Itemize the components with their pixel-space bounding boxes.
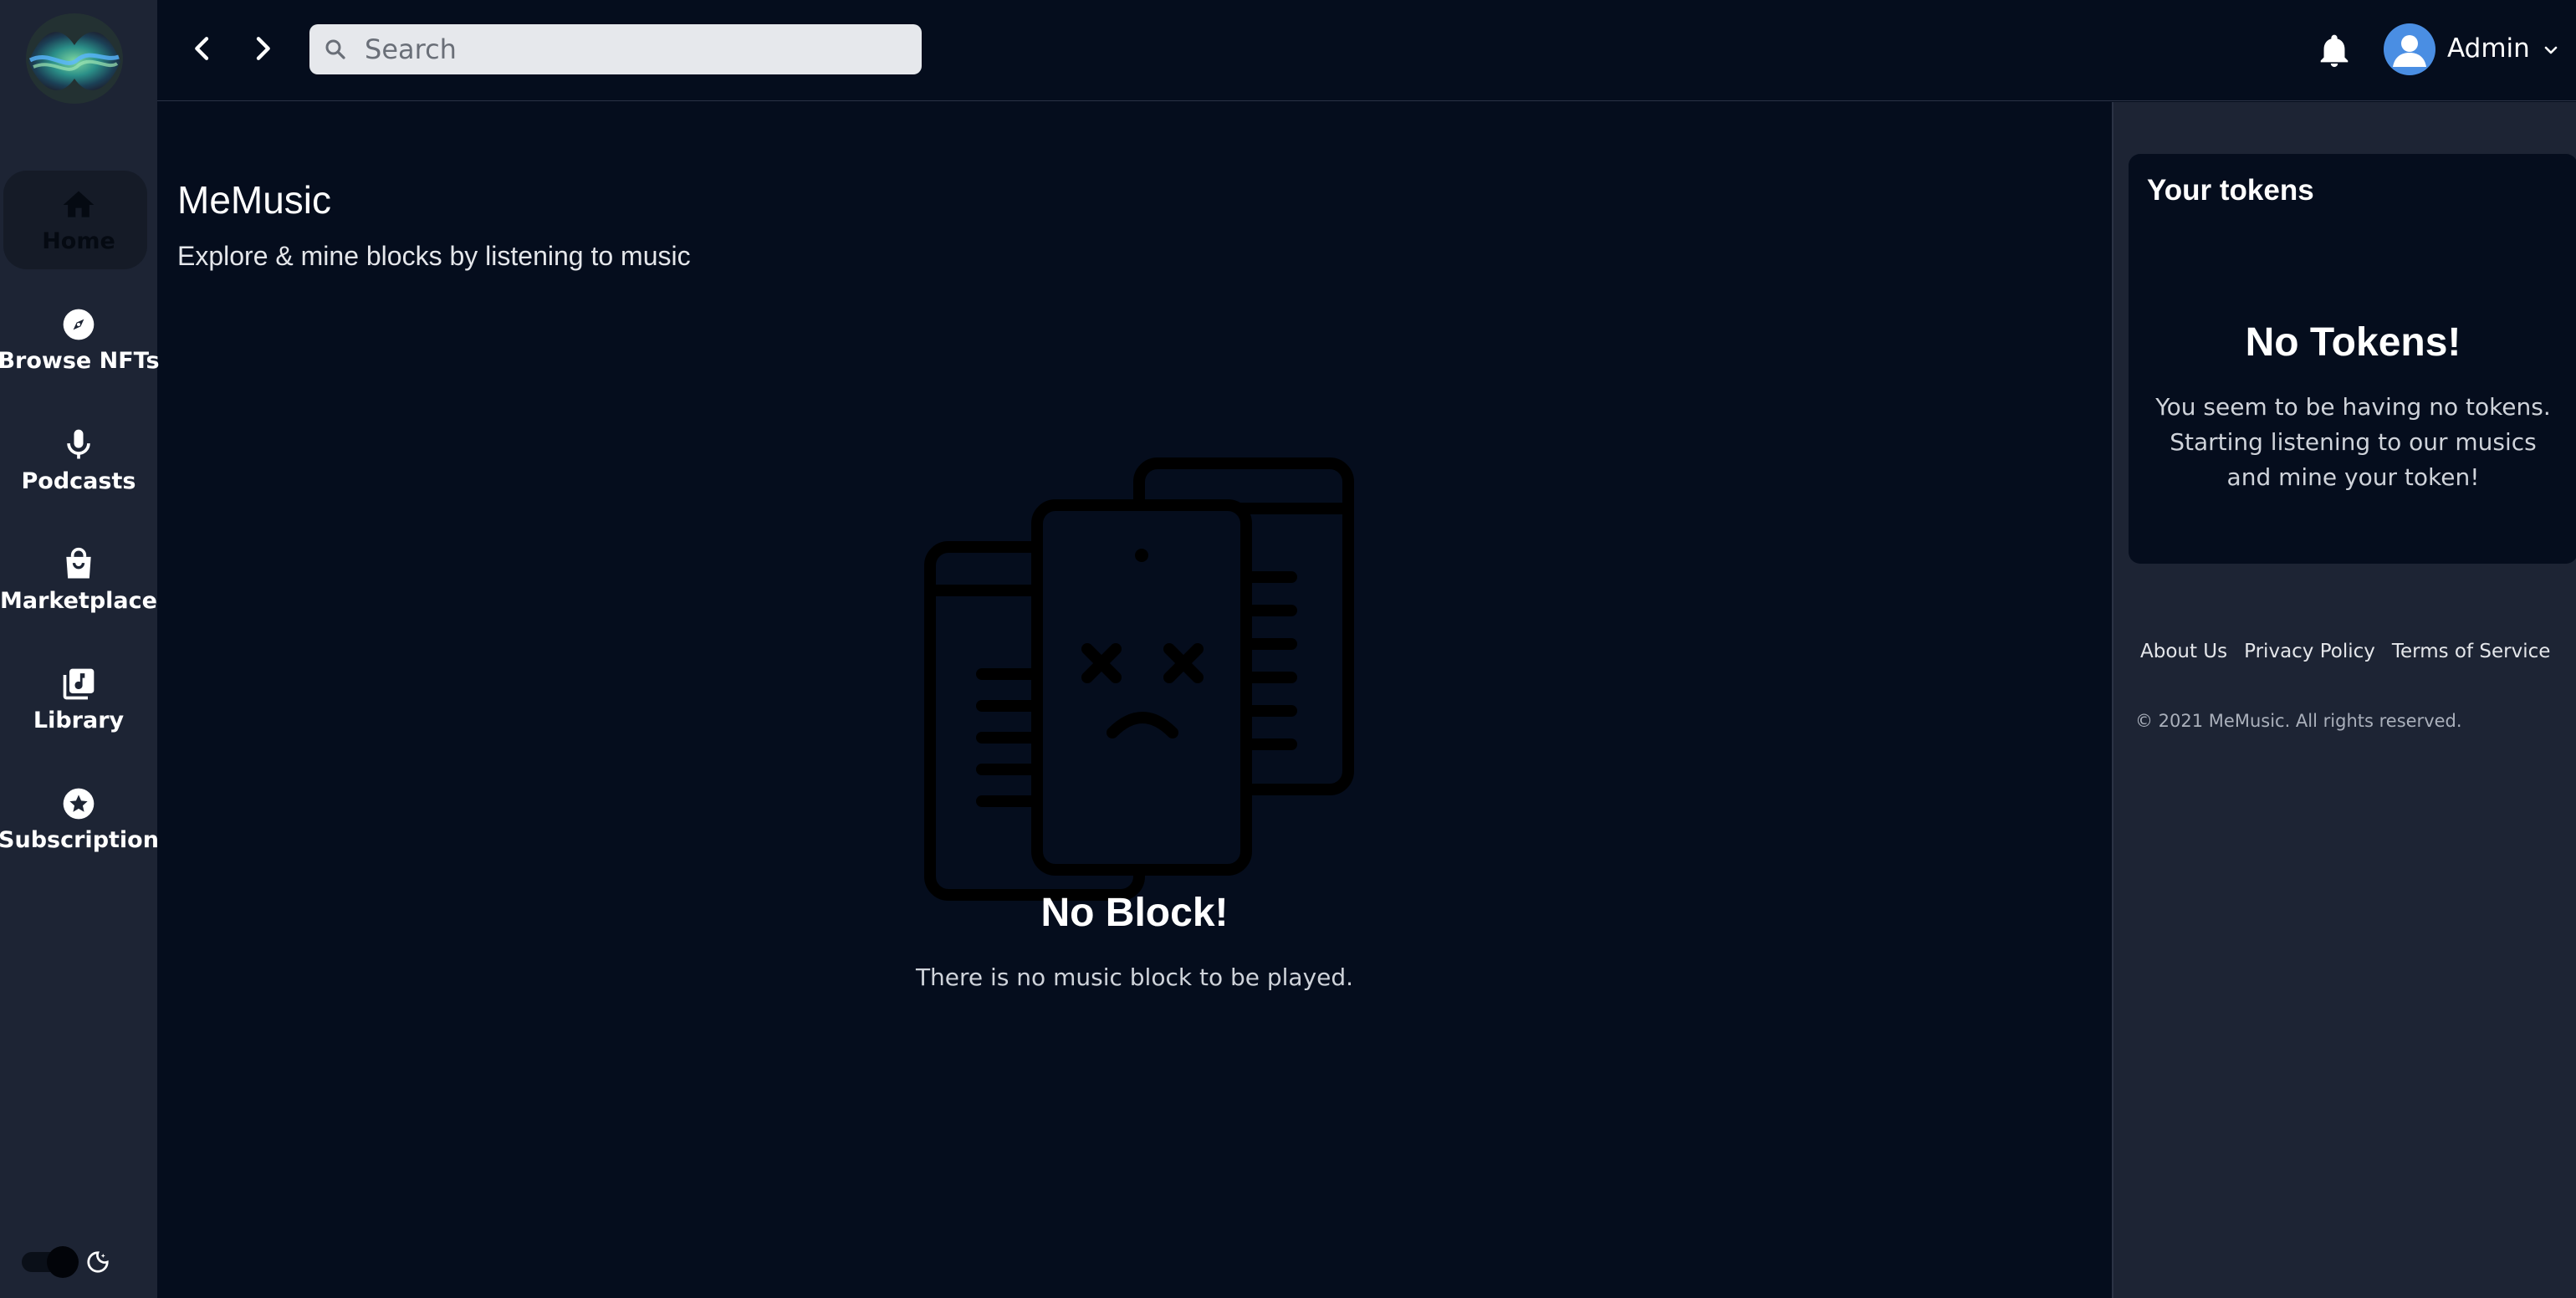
copyright-text: © 2021 MeMusic. All rights reserved. <box>2135 711 2462 731</box>
no-tokens-text: You seem to be having no tokens. Startin… <box>2155 393 2551 491</box>
search-box[interactable] <box>309 24 922 74</box>
star-icon <box>63 788 95 819</box>
sidebar-item-label: Library <box>33 707 125 733</box>
music-library-icon <box>63 668 95 699</box>
sidebar-item-podcasts[interactable]: Podcasts <box>0 407 157 513</box>
shopping-bag-icon <box>66 547 91 578</box>
sidebar-item-home[interactable]: Home <box>0 167 157 273</box>
toggle-knob <box>47 1246 79 1278</box>
top-bar: Admin <box>157 0 2576 101</box>
chevron-right-icon[interactable] <box>246 32 279 65</box>
chevron-down-icon <box>2544 46 2558 54</box>
sidebar-item-subscription[interactable]: Subscription <box>0 766 159 871</box>
bell-icon[interactable] <box>2315 32 2354 70</box>
no-tokens-title: No Tokens! <box>2245 320 2461 365</box>
compass-icon <box>63 309 95 340</box>
sidebar-item-label: Browse NFTs <box>0 347 160 374</box>
page-title: MeMusic <box>177 178 332 222</box>
about-us-link[interactable]: About Us <box>2140 641 2227 662</box>
empty-state-title: No Block! <box>1040 891 1229 935</box>
terms-of-service-link[interactable]: Terms of Service <box>2392 641 2551 662</box>
sidebar-item-browse-nfts[interactable]: Browse NFTs <box>0 287 160 392</box>
user-avatar-icon <box>2384 23 2435 75</box>
tokens-card-title: Your tokens <box>2147 174 2314 207</box>
page-subtitle: Explore & mine blocks by listening to mu… <box>177 241 691 271</box>
sidebar-item-label: Home <box>42 227 115 254</box>
sad-documents-icon <box>924 457 1354 901</box>
theme-toggle[interactable] <box>18 1246 80 1278</box>
sidebar: Home Browse NFTs Podcasts Marketplace Li… <box>0 0 160 1298</box>
app-logo[interactable] <box>25 12 124 105</box>
sidebar-item-label: Subscription <box>0 826 159 853</box>
main-content: MeMusic Explore & mine blocks by listeni… <box>157 102 2112 1298</box>
user-name: Admin <box>2447 33 2530 64</box>
sidebar-item-label: Podcasts <box>21 468 136 494</box>
right-panel: Your tokens No Tokens! You seem to be ha… <box>2112 102 2576 1298</box>
chevron-left-icon[interactable] <box>186 32 219 65</box>
moon-icon <box>87 1251 109 1273</box>
sidebar-item-library[interactable]: Library <box>0 646 157 752</box>
empty-state-text: There is no music block to be played. <box>915 963 1354 991</box>
sidebar-item-label: Marketplace <box>0 587 157 614</box>
tokens-card: Your tokens No Tokens! You seem to be ha… <box>2129 154 2576 564</box>
sidebar-item-marketplace[interactable]: Marketplace <box>0 527 157 632</box>
home-icon <box>63 191 95 217</box>
user-menu[interactable]: Admin <box>2384 22 2569 77</box>
privacy-policy-link[interactable]: Privacy Policy <box>2244 641 2375 662</box>
microphone-icon <box>67 429 90 458</box>
search-icon <box>325 39 345 59</box>
footer-links: About Us Privacy Policy Terms of Service <box>2140 641 2550 662</box>
search-input[interactable] <box>363 31 907 68</box>
